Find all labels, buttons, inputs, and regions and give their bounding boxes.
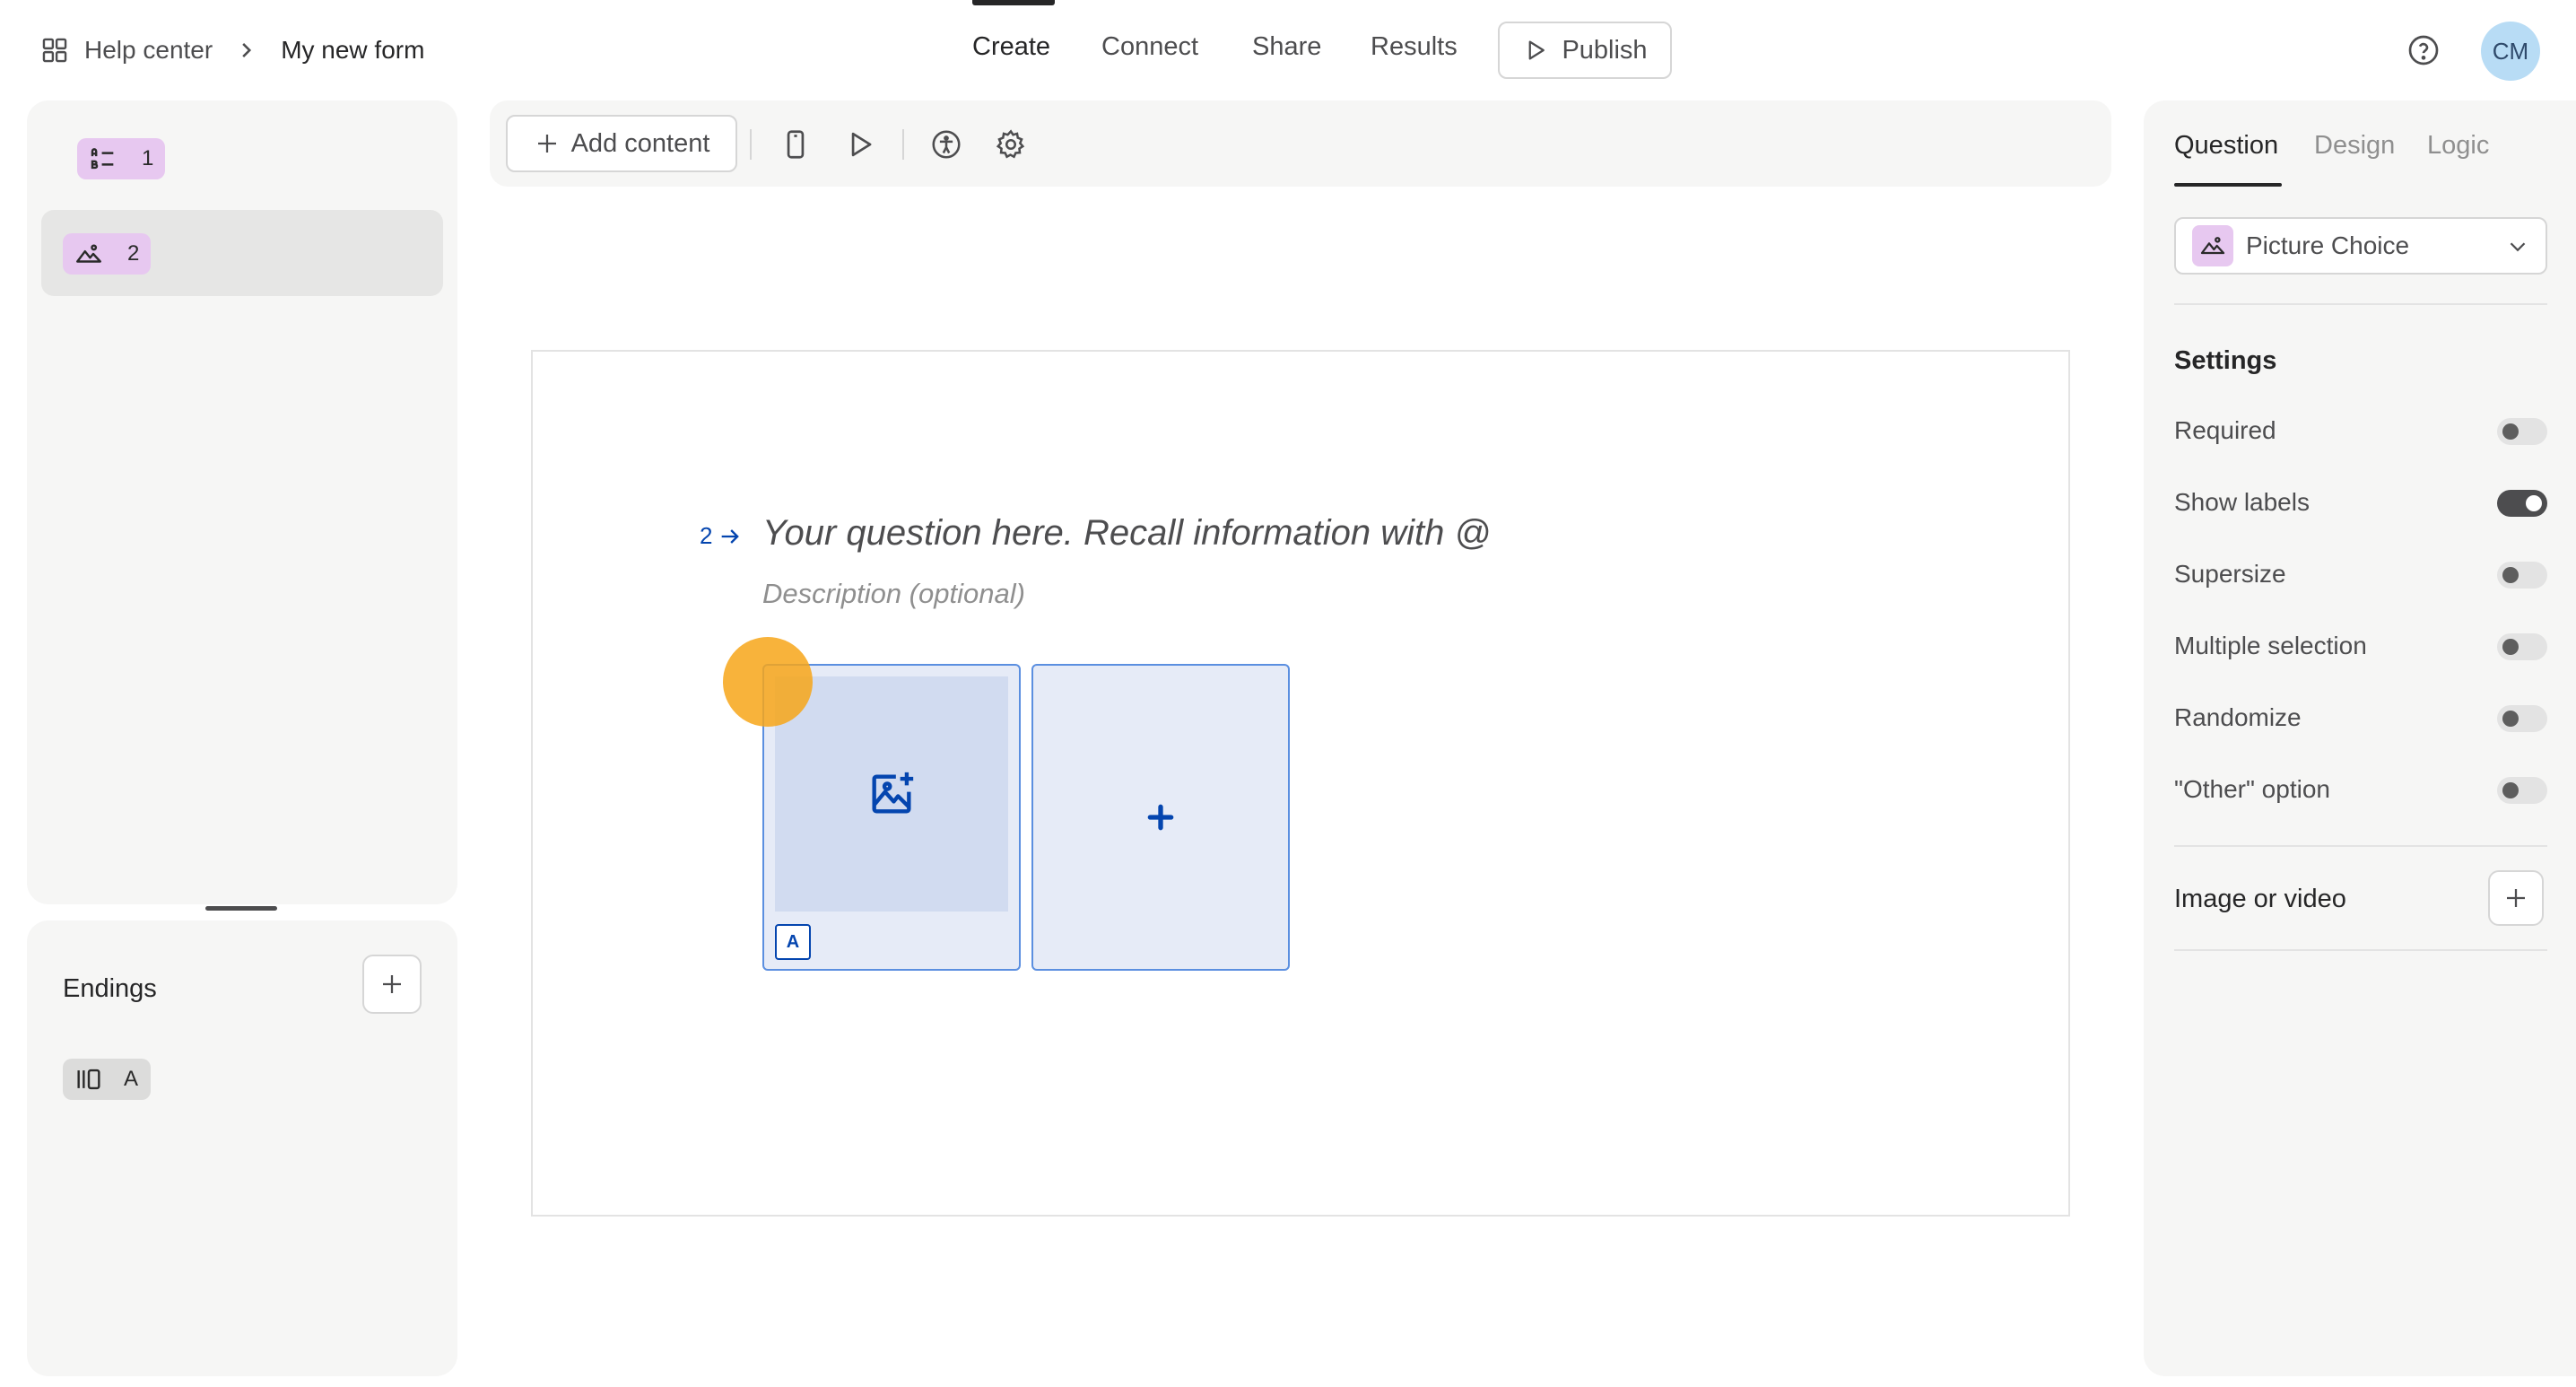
supersize-toggle[interactable] (2497, 562, 2547, 589)
setting-label: Show labels (2174, 488, 2310, 516)
add-content-button[interactable]: Add content (506, 115, 737, 172)
top-bar: Help center My new form Create Connect S… (0, 0, 2576, 100)
tab-results[interactable]: Results (1371, 32, 1458, 62)
tab-create[interactable]: Create (972, 32, 1050, 62)
help-icon[interactable] (2406, 32, 2441, 68)
required-toggle[interactable] (2497, 418, 2547, 445)
setting-multiple-selection: Multiple selection (2174, 628, 2547, 664)
divider (2174, 845, 2547, 847)
setting-other-option: "Other" option (2174, 772, 2547, 807)
accessibility-icon[interactable] (929, 127, 963, 161)
setting-supersize: Supersize (2174, 556, 2547, 592)
ending-item-a[interactable]: A (63, 1059, 151, 1100)
arrow-right-icon (722, 528, 740, 544)
ending-screen-icon (77, 1069, 100, 1090)
multiple-selection-toggle[interactable] (2497, 633, 2547, 660)
publish-button[interactable]: Publish (1498, 22, 1672, 79)
chevron-down-icon (2510, 242, 2526, 252)
active-tab-indicator (972, 0, 1055, 5)
question-number: 2 (127, 241, 140, 266)
editor-toolbar: Add content (490, 100, 2111, 187)
play-icon (1529, 40, 1545, 60)
question-item-2[interactable]: 2 (41, 210, 443, 296)
question-text-input[interactable]: Your question here. Recall information w… (762, 513, 1491, 554)
user-avatar[interactable]: CM (2481, 22, 2540, 81)
setting-label: Multiple selection (2174, 632, 2367, 659)
question-description-input[interactable]: Description (optional) (762, 578, 1025, 610)
tab-logic[interactable]: Logic (2427, 131, 2489, 161)
add-choice-area (1033, 666, 1288, 969)
active-tab-indicator (2174, 183, 2282, 187)
picture-choice-icon (2200, 237, 2225, 255)
show-labels-toggle[interactable] (2497, 490, 2547, 517)
form-canvas: 2 Your question here. Recall information… (531, 350, 2070, 1217)
add-choice-button[interactable] (1031, 664, 1290, 971)
mobile-preview-icon[interactable] (779, 127, 813, 161)
picture-choice-icon (76, 244, 101, 263)
question-number-indicator: 2 (700, 522, 743, 550)
picture-choice-badge (2192, 225, 2233, 266)
panel-resize-handle[interactable] (205, 906, 277, 911)
publish-label: Publish (1562, 35, 1648, 65)
question-type-select[interactable]: Picture Choice (2174, 217, 2547, 275)
divider (2174, 303, 2547, 305)
toolbar-divider (902, 129, 904, 160)
choice-key-label: A (775, 924, 811, 960)
tab-share[interactable]: Share (1252, 32, 1321, 62)
question-settings-panel: Question Design Logic Picture Choice Set… (2144, 100, 2576, 1376)
add-ending-button[interactable] (362, 955, 422, 1014)
other-option-toggle[interactable] (2497, 777, 2547, 804)
preview-play-icon[interactable] (843, 127, 877, 161)
settings-title: Settings (2174, 346, 2277, 375)
question-item-1[interactable]: 1 (41, 100, 443, 187)
setting-show-labels: Show labels (2174, 484, 2547, 520)
plus-icon (2507, 889, 2525, 907)
setting-label: Supersize (2174, 560, 2286, 588)
question-badge: 2 (63, 233, 151, 275)
add-content-label: Add content (570, 128, 710, 158)
click-indicator (723, 637, 813, 727)
list-choice-icon (91, 148, 114, 170)
add-image-or-video-button[interactable] (2488, 870, 2544, 926)
question-number: 2 (700, 522, 713, 549)
image-or-video-label: Image or video (2174, 885, 2346, 913)
tab-question[interactable]: Question (2174, 131, 2278, 161)
setting-required: Required (2174, 413, 2547, 449)
question-number: 1 (142, 146, 154, 170)
endings-title: Endings (63, 974, 157, 1003)
user-initials: CM (2492, 37, 2529, 65)
plus-icon (1147, 804, 1174, 831)
add-image-icon (872, 772, 914, 814)
toolbar-divider (750, 129, 752, 160)
tab-connect[interactable]: Connect (1101, 32, 1198, 62)
setting-randomize: Randomize (2174, 700, 2547, 736)
tab-design[interactable]: Design (2314, 131, 2395, 161)
main-nav: Create Connect Share Results Publish (0, 0, 2576, 100)
plus-icon (537, 135, 556, 153)
question-badge: 1 (77, 138, 165, 179)
plus-icon (383, 975, 401, 993)
ending-letter: A (124, 1067, 139, 1091)
divider (2174, 949, 2547, 951)
setting-label: Required (2174, 416, 2276, 444)
question-list-panel: 1 2 (27, 100, 457, 904)
choice-image-placeholder[interactable] (775, 676, 1008, 912)
randomize-toggle[interactable] (2497, 705, 2547, 732)
settings-gear-icon[interactable] (994, 127, 1028, 161)
question-type-label: Picture Choice (2246, 231, 2410, 259)
setting-label: "Other" option (2174, 775, 2330, 803)
endings-panel: Endings A (27, 920, 457, 1376)
setting-label: Randomize (2174, 703, 2302, 731)
